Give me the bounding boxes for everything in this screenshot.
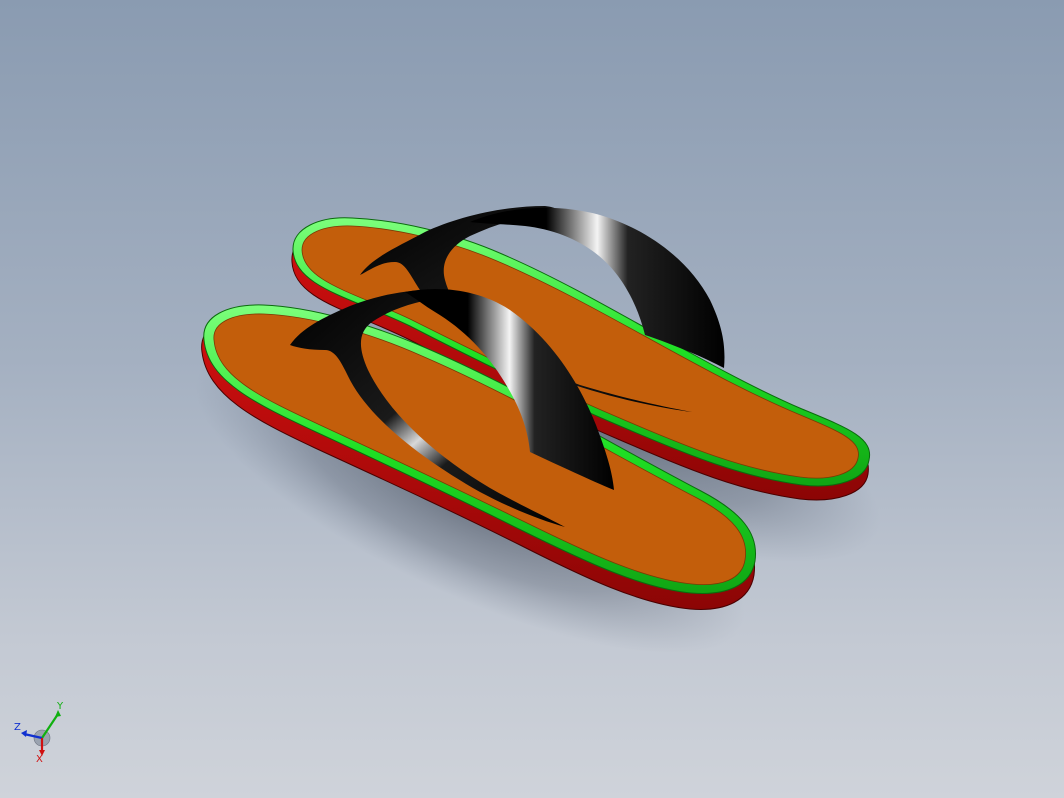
triad-z-arrow-icon (21, 730, 27, 737)
graphics-viewport[interactable]: Y Z X (0, 0, 1064, 798)
view-orientation-triad[interactable]: Y Z X (12, 700, 72, 764)
triad-x-label: X (36, 754, 43, 764)
triad-z-label: Z (14, 722, 21, 733)
model-scene[interactable] (0, 0, 1064, 798)
triad-y-axis (41, 713, 59, 739)
triad-y-label: Y (56, 701, 64, 712)
